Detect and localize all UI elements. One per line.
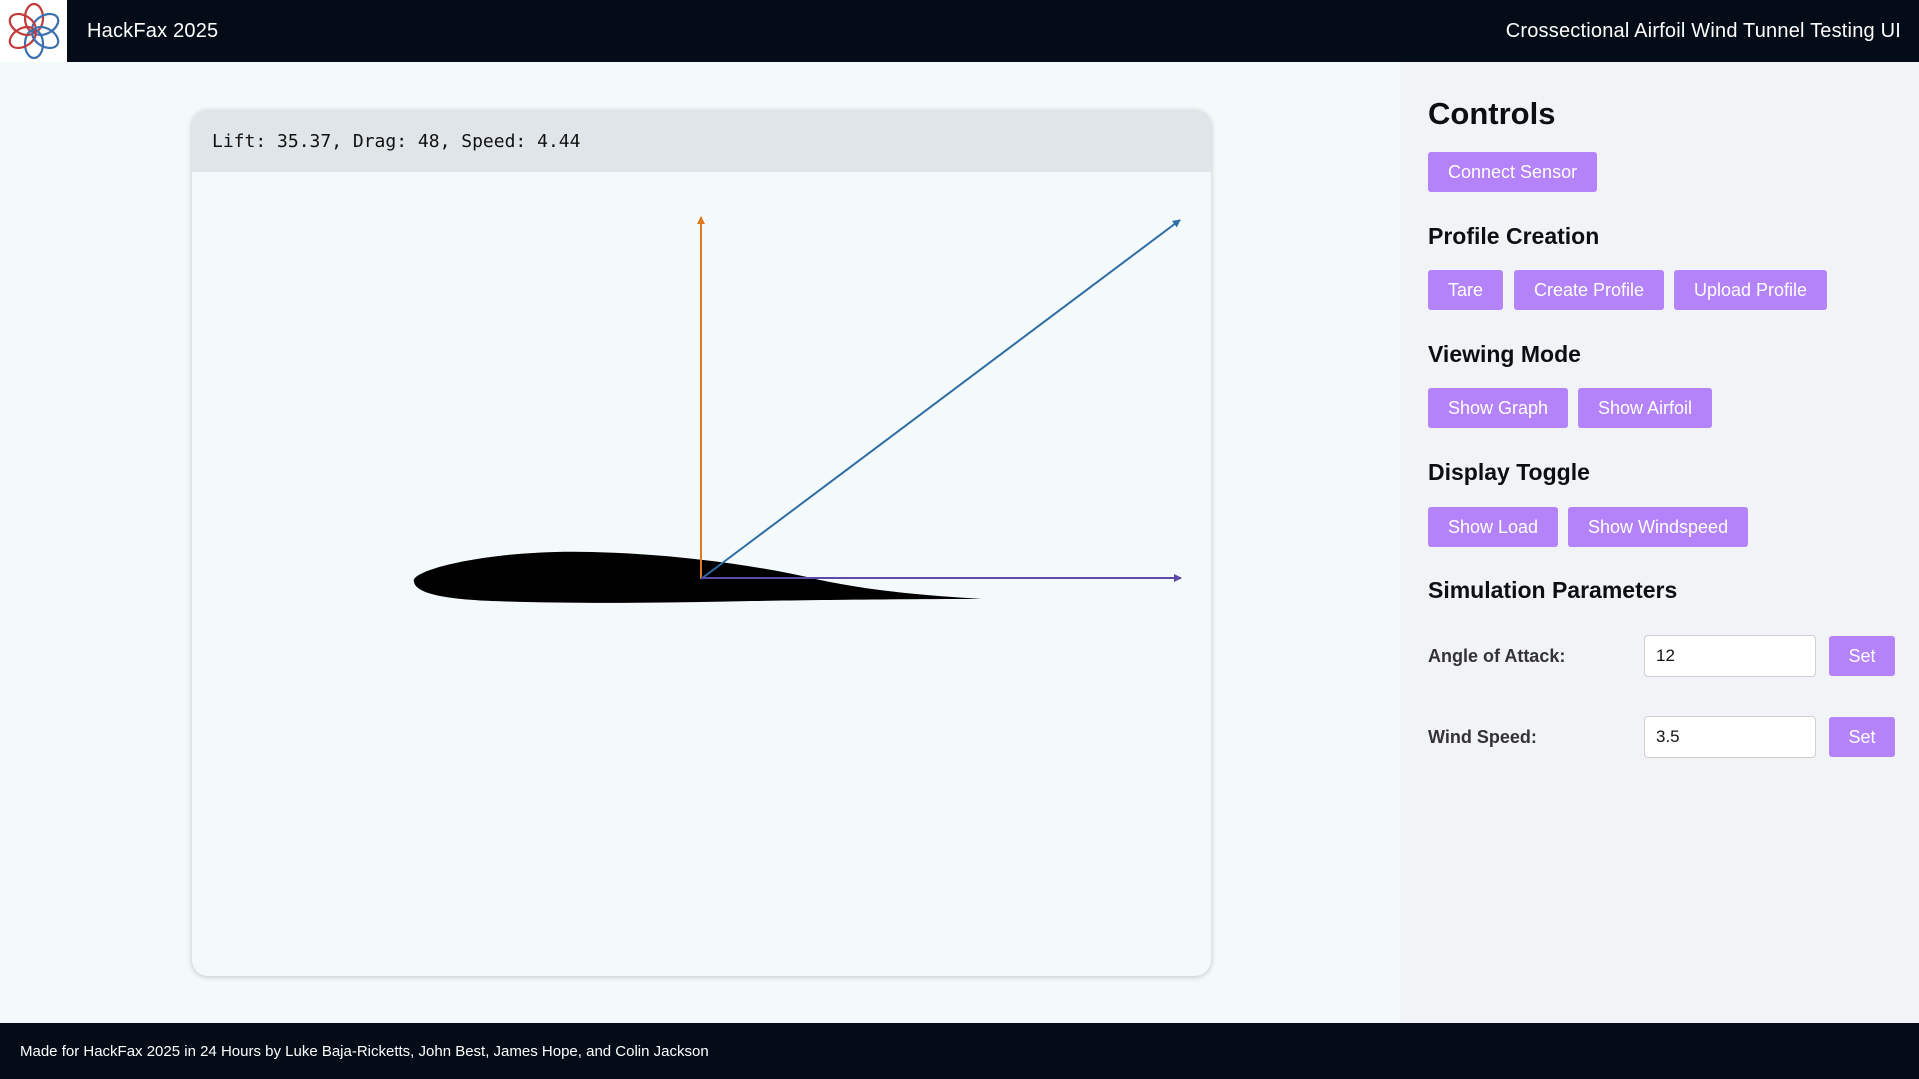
controls-sidebar: Controls Connect Sensor Profile Creation… [1400, 62, 1919, 1023]
app-title: HackFax 2025 [87, 19, 219, 42]
force-readout-text: Lift: 35.37, Drag: 48, Speed: 4.44 [212, 130, 581, 152]
create-profile-button[interactable]: Create Profile [1514, 270, 1665, 310]
simulation-parameters-heading: Simulation Parameters [1428, 577, 1678, 603]
resultant-vector [700, 219, 1181, 580]
show-load-button[interactable]: Show Load [1428, 507, 1559, 547]
show-graph-button[interactable]: Show Graph [1428, 388, 1569, 428]
tare-button[interactable]: Tare [1428, 270, 1504, 310]
visualization-panel: Lift: 35.37, Drag: 48, Speed: 4.44 [192, 110, 1211, 976]
controls-heading: Controls [1428, 96, 1556, 131]
app-footer: Made for HackFax 2025 in 24 Hours by Luk… [0, 1023, 1919, 1079]
force-readout: Lift: 35.37, Drag: 48, Speed: 4.44 [192, 110, 1211, 172]
viewing-mode-heading: Viewing Mode [1428, 341, 1581, 367]
upload-profile-button[interactable]: Upload Profile [1674, 270, 1828, 310]
wind-speed-label: Wind Speed: [1428, 727, 1537, 747]
show-windspeed-button[interactable]: Show Windspeed [1568, 507, 1749, 547]
display-toggle-heading: Display Toggle [1428, 459, 1590, 485]
app-subtitle: Crossectional Airfoil Wind Tunnel Testin… [1505, 19, 1901, 42]
flower-logo-icon [8, 2, 59, 60]
connect-sensor-button[interactable]: Connect Sensor [1428, 152, 1598, 192]
show-airfoil-button[interactable]: Show Airfoil [1578, 388, 1713, 428]
set-angle-button[interactable]: Set [1829, 636, 1895, 676]
airfoil-canvas [413, 216, 1182, 603]
angle-of-attack-input[interactable] [1644, 635, 1816, 677]
profile-creation-heading: Profile Creation [1428, 223, 1600, 249]
logo [0, 0, 67, 62]
main-area: Lift: 35.37, Drag: 48, Speed: 4.44 [0, 62, 1400, 1023]
app-header: HackFax 2025 Crossectional Airfoil Wind … [0, 0, 1919, 62]
set-wind-speed-button[interactable]: Set [1829, 717, 1895, 757]
wind-speed-input[interactable] [1644, 716, 1816, 758]
angle-of-attack-label: Angle of Attack: [1428, 646, 1566, 666]
footer-credits: Made for HackFax 2025 in 24 Hours by Luk… [20, 1042, 709, 1060]
